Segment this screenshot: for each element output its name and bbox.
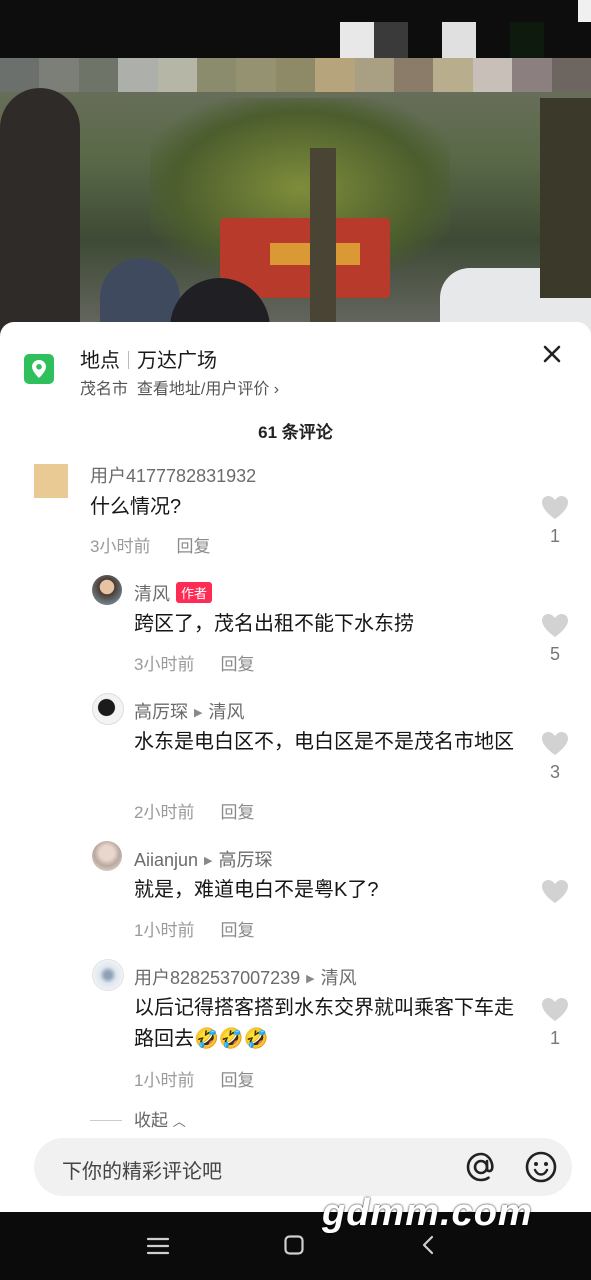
reply-to-user[interactable]: 高厉琛 — [219, 850, 273, 870]
home-icon[interactable] — [283, 1234, 305, 1261]
like-button[interactable]: 1 — [535, 996, 575, 1049]
comment-text[interactable]: 水东是电白区不，电白区是不是茂名市地区 — [134, 727, 524, 758]
comment-meta: 1小时前 回复 — [134, 916, 254, 941]
like-count: 5 — [549, 644, 560, 664]
comment-username[interactable]: 用户8282537007239 ▶ 清风 — [134, 964, 357, 990]
status-bar — [0, 0, 591, 58]
like-button[interactable]: 3 — [535, 730, 575, 783]
comment-text[interactable]: 什么情况? — [90, 492, 520, 523]
comment-meta: 2小时前 回复 — [134, 798, 254, 823]
comment-username[interactable]: 高厉琛 ▶ 清风 — [134, 698, 244, 724]
watermark: gdmm.com — [322, 1192, 533, 1234]
menu-icon[interactable] — [146, 1236, 170, 1261]
heart-icon — [542, 998, 568, 1021]
comment-time: 3小时前 — [90, 537, 151, 556]
comment-time: 2小时前 — [134, 803, 195, 822]
heart-icon — [542, 732, 568, 755]
location-label: 地点 — [80, 350, 120, 372]
collapse-replies-button[interactable]: 收起 ︿ — [90, 1106, 186, 1131]
comment-count: 61 条评论 — [258, 423, 333, 442]
chevron-up-icon: ︿ — [172, 1114, 186, 1129]
heart-icon — [542, 614, 568, 637]
comment-text[interactable]: 以后记得搭客搭到水东交界就叫乘客下车走路回去🤣🤣🤣 — [134, 993, 524, 1055]
comment-text[interactable]: 跨区了，茂名出租不能下水东捞 — [134, 609, 524, 640]
comment-meta: 3小时前 回复 — [90, 532, 210, 557]
reply-arrow-icon: ▶ — [204, 855, 213, 867]
reply-button[interactable]: 回复 — [220, 803, 254, 822]
location-city: 茂名市 — [80, 381, 129, 398]
reply-button[interactable]: 回复 — [220, 1071, 254, 1090]
comment-input[interactable]: 下你的精彩评论吧 — [62, 1155, 222, 1184]
divider — [90, 1120, 122, 1121]
like-button[interactable]: 5 — [535, 612, 575, 665]
like-button[interactable] — [535, 878, 575, 910]
reply-to-user[interactable]: 清风 — [321, 968, 357, 988]
back-icon[interactable] — [420, 1234, 436, 1261]
heart-icon — [542, 496, 568, 519]
like-count: 1 — [549, 526, 560, 546]
reply-button[interactable]: 回复 — [176, 537, 210, 556]
reply-arrow-icon: ▶ — [194, 707, 203, 719]
comment-meta: 3小时前 回复 — [134, 650, 254, 675]
location-name: 万达广场 — [137, 350, 217, 372]
comment-username[interactable]: 用户4177782831932 — [90, 462, 256, 488]
comment-username[interactable]: 清风 作者 — [134, 580, 213, 606]
heart-icon — [542, 880, 568, 903]
location-detail-link[interactable]: 查看地址/用户评价 › — [137, 381, 279, 398]
like-button[interactable]: 1 — [535, 494, 575, 547]
location-title[interactable]: 地点 万达广场 — [80, 344, 217, 373]
avatar[interactable] — [92, 575, 122, 605]
location-pin-icon[interactable] — [24, 354, 54, 384]
comment-time: 3小时前 — [134, 655, 195, 674]
reply-button[interactable]: 回复 — [220, 655, 254, 674]
avatar[interactable] — [92, 959, 124, 991]
reply-arrow-icon: ▶ — [306, 973, 315, 985]
pixelated-strip — [0, 58, 591, 92]
video-background[interactable] — [0, 58, 591, 338]
comment-username[interactable]: Aiianjun ▶ 高厉琛 — [134, 846, 273, 872]
avatar[interactable] — [34, 464, 68, 498]
comment-time: 1小时前 — [134, 921, 195, 940]
author-badge: 作者 — [176, 582, 213, 603]
comment-sheet: 地点 万达广场 茂名市 查看地址/用户评价 › 61 条评论 用户41777828… — [0, 322, 591, 1212]
close-icon[interactable] — [540, 342, 564, 366]
reply-to-user[interactable]: 清风 — [208, 702, 244, 722]
like-count: 3 — [549, 762, 560, 782]
comment-meta: 1小时前 回复 — [134, 1066, 254, 1091]
comment-input-bar[interactable]: 下你的精彩评论吧 — [34, 1138, 572, 1196]
emoji-icon[interactable] — [524, 1150, 558, 1184]
avatar[interactable] — [92, 841, 122, 871]
at-mention-icon[interactable] — [464, 1150, 498, 1184]
avatar[interactable] — [92, 693, 124, 725]
comment-time: 1小时前 — [134, 1071, 195, 1090]
reply-button[interactable]: 回复 — [220, 921, 254, 940]
like-count: 1 — [549, 1028, 560, 1048]
location-subtitle[interactable]: 茂名市 查看地址/用户评价 › — [80, 375, 279, 399]
comment-text[interactable]: 就是，难道电白不是粤K了? — [134, 875, 524, 906]
